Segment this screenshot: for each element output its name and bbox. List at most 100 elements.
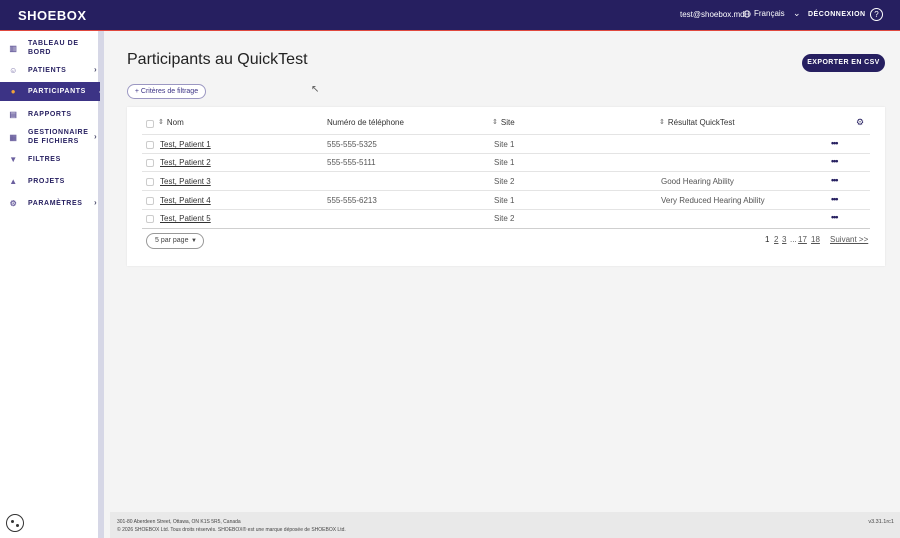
table-bottom-divider bbox=[142, 228, 870, 229]
site-cell: Site 2 bbox=[494, 214, 515, 223]
result-cell: Very Reduced Hearing Ability bbox=[661, 196, 765, 205]
participants-icon: ● bbox=[10, 87, 17, 96]
sidebar-item-label: TABLEAU DE BORD bbox=[28, 40, 79, 56]
sidebar-item-label: PATIENTS bbox=[28, 67, 67, 74]
sidebar-item-gestionnaire-de-fichiers[interactable]: ▦ GESTIONNAIRE DE FICHIERS › bbox=[0, 127, 100, 147]
bar-chart-icon: ▥ bbox=[9, 44, 18, 53]
sidebar-item-filtres[interactable]: ▼ FILTRES bbox=[0, 153, 100, 165]
patient-name-link[interactable]: Test, Patient 5 bbox=[160, 214, 211, 223]
sidebar-item-participants[interactable]: ● PARTICIPANTS bbox=[0, 82, 104, 101]
export-csv-button[interactable]: EXPORTER EN CSV bbox=[802, 54, 885, 72]
per-page-select[interactable]: 5 par page ▼ bbox=[146, 233, 204, 249]
sidebar-item-label: RAPPORTS bbox=[28, 111, 72, 118]
phone-cell: 555-555-5325 bbox=[327, 140, 377, 149]
column-header-site[interactable]: ⇕ Site bbox=[492, 118, 515, 127]
patient-name-link[interactable]: Test, Patient 3 bbox=[160, 177, 211, 186]
page-title: Participants au QuickTest bbox=[127, 51, 308, 68]
row-divider bbox=[142, 209, 870, 210]
next-page-link[interactable]: Suivant >> bbox=[830, 235, 868, 244]
projects-icon: ▲ bbox=[9, 177, 18, 186]
column-header-nom[interactable]: ⇕ Nom bbox=[158, 118, 184, 127]
sort-icon: ⇕ bbox=[492, 119, 498, 126]
column-header-resultat[interactable]: ⇕ Résultat QuickTest bbox=[659, 118, 735, 127]
chevron-right-icon: › bbox=[94, 198, 98, 207]
sidebar-item-label: PARAMÈTRES bbox=[28, 200, 83, 207]
column-header-telephone: Numéro de téléphone bbox=[327, 118, 404, 127]
sidebar-item-rapports[interactable]: ▤ RAPPORTS bbox=[0, 108, 100, 120]
globe-icon bbox=[743, 9, 751, 18]
shoebox-logo[interactable]: SHOEBOX bbox=[18, 8, 87, 23]
column-label: Site bbox=[500, 118, 515, 127]
page-2[interactable]: 2 bbox=[774, 235, 778, 244]
patient-name-link[interactable]: Test, Patient 1 bbox=[160, 140, 211, 149]
sidebar: ▥ TABLEAU DE BORD ☺ PATIENTS › ● PARTICI… bbox=[0, 31, 104, 538]
files-icon: ▦ bbox=[9, 133, 18, 142]
page-18[interactable]: 18 bbox=[811, 235, 820, 244]
sidebar-item-parametres[interactable]: ⚙ PARAMÈTRES › bbox=[0, 197, 100, 209]
site-cell: Site 1 bbox=[494, 158, 515, 167]
footer: 301-80 Aberdeen Street, Ottawa, ON K1S 5… bbox=[110, 512, 900, 538]
row-actions-icon[interactable]: ••• bbox=[831, 212, 839, 222]
select-all-checkbox[interactable] bbox=[146, 120, 154, 128]
cookie-icon[interactable] bbox=[6, 514, 24, 532]
logout-button[interactable]: DÉCONNEXION bbox=[808, 11, 866, 18]
row-checkbox[interactable] bbox=[146, 141, 154, 149]
patient-name-link[interactable]: Test, Patient 4 bbox=[160, 196, 211, 205]
language-label: Français bbox=[754, 9, 785, 18]
caret-down-icon: ▼ bbox=[191, 238, 197, 244]
row-actions-icon[interactable]: ••• bbox=[831, 156, 839, 166]
user-email: test@shoebox.md bbox=[680, 10, 745, 19]
chevron-right-icon: › bbox=[94, 132, 98, 141]
patients-icon: ☺ bbox=[9, 66, 18, 75]
row-checkbox[interactable] bbox=[146, 178, 154, 186]
phone-cell: 555-555-5111 bbox=[327, 158, 376, 167]
site-cell: Site 2 bbox=[494, 177, 515, 186]
row-checkbox[interactable] bbox=[146, 159, 154, 167]
top-bar: SHOEBOX test@shoebox.md Français ⌄ DÉCON… bbox=[0, 0, 900, 31]
row-checkbox[interactable] bbox=[146, 197, 154, 205]
row-checkbox[interactable] bbox=[146, 215, 154, 223]
filter-icon: ▼ bbox=[9, 155, 18, 164]
table-settings-gear-icon[interactable]: ⚙ bbox=[856, 117, 864, 128]
result-cell: Good Hearing Ability bbox=[661, 177, 734, 186]
row-divider bbox=[142, 190, 870, 191]
sidebar-item-patients[interactable]: ☺ PATIENTS › bbox=[0, 64, 100, 76]
footer-address: 301-80 Aberdeen Street, Ottawa, ON K1S 5… bbox=[117, 519, 241, 525]
column-label: Résultat QuickTest bbox=[667, 118, 735, 127]
language-selector[interactable]: Français bbox=[743, 9, 785, 18]
settings-gear-icon: ⚙ bbox=[9, 199, 18, 208]
filter-criteria-button[interactable]: + Critères de filtrage bbox=[127, 84, 206, 99]
column-label: Numéro de téléphone bbox=[327, 118, 404, 127]
header-divider bbox=[142, 134, 870, 135]
page-1[interactable]: 1 bbox=[765, 235, 769, 244]
row-divider bbox=[142, 153, 870, 154]
sidebar-item-projets[interactable]: ▲ PROJETS bbox=[0, 175, 100, 187]
sidebar-item-tableau-de-bord[interactable]: ▥ TABLEAU DE BORD bbox=[0, 38, 100, 58]
footer-copyright: © 2026 SHOEBOX Ltd. Tous droits réservés… bbox=[117, 527, 346, 533]
row-actions-icon[interactable]: ••• bbox=[831, 194, 839, 204]
sidebar-item-label: PARTICIPANTS bbox=[28, 88, 86, 95]
site-cell: Site 1 bbox=[494, 196, 515, 205]
patient-name-link[interactable]: Test, Patient 2 bbox=[160, 158, 211, 167]
chevron-down-icon[interactable]: ⌄ bbox=[793, 8, 801, 19]
sort-icon: ⇕ bbox=[158, 119, 164, 126]
sort-icon: ⇕ bbox=[659, 119, 665, 126]
page-17[interactable]: 17 bbox=[798, 235, 807, 244]
phone-cell: 555-555-6213 bbox=[327, 196, 377, 205]
row-actions-icon[interactable]: ••• bbox=[831, 175, 839, 185]
row-actions-icon[interactable]: ••• bbox=[831, 138, 839, 148]
per-page-value: 5 par page bbox=[155, 237, 189, 244]
page-ellipsis: ... bbox=[790, 235, 797, 244]
app-version: v3.31.1rc1 bbox=[868, 519, 894, 525]
column-label: Nom bbox=[166, 118, 184, 127]
sidebar-item-label: FILTRES bbox=[28, 156, 61, 163]
report-icon: ▤ bbox=[9, 110, 18, 119]
site-cell: Site 1 bbox=[494, 140, 515, 149]
mouse-cursor-icon: ↖ bbox=[311, 84, 320, 95]
help-icon[interactable]: ? bbox=[870, 8, 883, 21]
sidebar-item-label: GESTIONNAIRE DE FICHIERS bbox=[28, 129, 89, 145]
participants-card: ⇕ Nom Numéro de téléphone ⇕ Site ⇕ Résul… bbox=[127, 107, 885, 266]
sidebar-item-label: PROJETS bbox=[28, 178, 65, 185]
page-3[interactable]: 3 bbox=[782, 235, 786, 244]
row-divider bbox=[142, 171, 870, 172]
